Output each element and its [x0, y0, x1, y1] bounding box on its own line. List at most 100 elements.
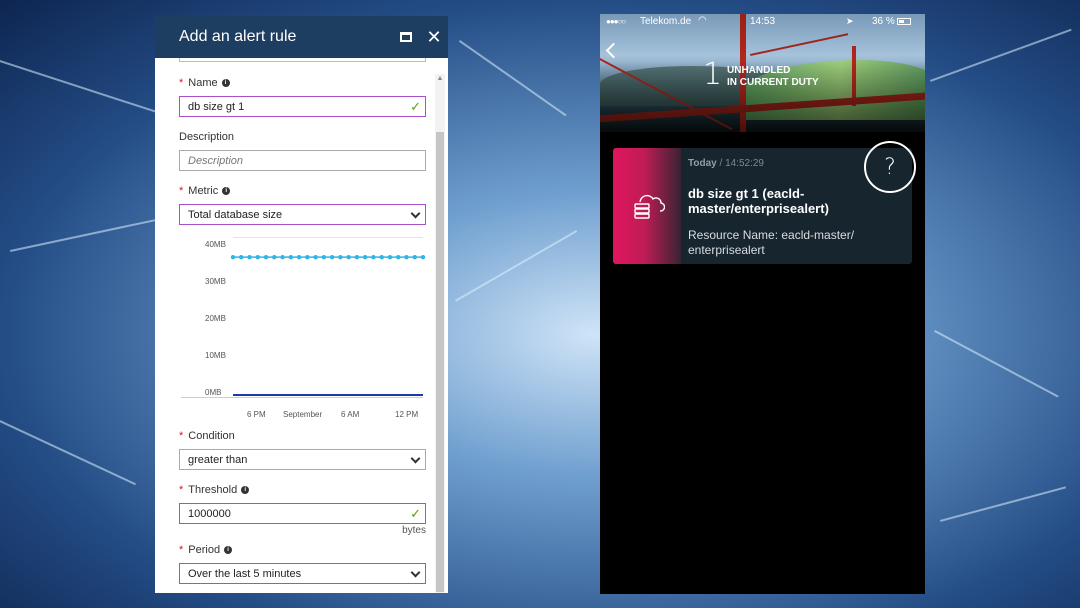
- alert-time: 14:52:29: [725, 158, 764, 169]
- alert-title: db size gt 1 (eacld-master/enterpriseale…: [688, 186, 829, 216]
- threshold-label-text: Threshold: [188, 484, 238, 496]
- data-point: [247, 254, 252, 260]
- name-input-value: db size gt 1: [188, 100, 245, 113]
- required-mark: *: [179, 185, 184, 197]
- alert-timestamp: Today / 14:52:29: [688, 158, 764, 169]
- chart-plot: [230, 254, 426, 396]
- alert-rule-blade: Add an alert rule ✕ ▲ * Name i db size g…: [155, 16, 448, 593]
- data-point: [255, 254, 260, 260]
- blade-title: Add an alert rule: [179, 28, 297, 45]
- data-point: [272, 254, 277, 260]
- bg-streak: [455, 230, 578, 302]
- data-point: [280, 254, 285, 260]
- blade-scrollbar[interactable]: ▲: [435, 74, 445, 593]
- name-field: * Name i db size gt 1 ✓: [179, 76, 426, 117]
- data-point: [338, 254, 343, 260]
- bg-streak: [458, 40, 567, 117]
- cloud-database-icon: [634, 194, 665, 219]
- help-button[interactable]: ?: [864, 141, 916, 193]
- bg-streak: [940, 486, 1067, 522]
- name-label-text: Name: [188, 77, 218, 89]
- battery-percent: 36 %: [872, 16, 895, 27]
- battery-icon: [896, 17, 911, 25]
- unhandled-count: 1: [703, 57, 723, 92]
- condition-label-text: Condition: [188, 430, 235, 442]
- data-point: [371, 254, 376, 260]
- bg-streak: [10, 218, 158, 252]
- status-bar: ●●●○○ Telekom.de ◠ 14:53 ➤ 36 %: [600, 15, 925, 30]
- metric-chart: 40MB 30MB 20MB 10MB 0MB 6 PM September 6…: [181, 237, 428, 427]
- period-field: * Period i Over the last 5 minutes: [179, 543, 426, 584]
- phone-screen: ●●●○○ Telekom.de ◠ 14:53 ➤ 36 % 1 UNHAND…: [600, 14, 925, 594]
- unhandled-label: UNHANDLED IN CURRENT DUTY: [727, 65, 819, 89]
- maximize-icon: [400, 32, 412, 42]
- data-point: [288, 254, 294, 260]
- description-field: Description Description: [179, 130, 426, 171]
- threshold-input-value: 1000000: [188, 507, 231, 520]
- chevron-down-icon: [410, 453, 421, 464]
- bg-streak: [930, 28, 1072, 82]
- scroll-thumb[interactable]: [436, 132, 444, 592]
- info-icon[interactable]: i: [224, 546, 233, 554]
- threshold-unit: bytes: [402, 525, 426, 536]
- check-icon: ✓: [410, 99, 421, 114]
- location-icon: ➤: [846, 16, 854, 26]
- required-mark: *: [179, 77, 184, 89]
- bg-streak: [934, 330, 1059, 398]
- period-label-text: Period: [188, 544, 221, 556]
- description-input[interactable]: Description: [179, 150, 426, 171]
- unhandled-label-line2: IN CURRENT DUTY: [727, 77, 819, 88]
- bg-streak: [0, 420, 136, 486]
- metric-field: * Metric i Total database size: [179, 184, 426, 225]
- scroll-up-icon[interactable]: ▲: [435, 74, 445, 84]
- alert-time-separator: /: [716, 158, 726, 169]
- alert-card-accent: [613, 148, 681, 264]
- info-icon[interactable]: i: [241, 486, 250, 494]
- period-select[interactable]: Over the last 5 minutes: [179, 563, 426, 584]
- name-input[interactable]: db size gt 1 ✓: [179, 96, 426, 117]
- x-tick-label: 6 AM: [341, 410, 360, 419]
- condition-select-value: greater than: [188, 453, 248, 466]
- data-point: [412, 254, 417, 260]
- metric-label: * Metric i: [179, 184, 426, 198]
- description-label: Description: [179, 131, 235, 143]
- alert-description: Resource Name: eacld-master/ enterprisea…: [688, 228, 855, 257]
- condition-label: * Condition: [179, 429, 426, 443]
- metric-label-text: Metric: [188, 185, 219, 197]
- condition-field: * Condition greater than: [179, 429, 426, 470]
- chevron-down-icon: [410, 567, 421, 578]
- data-point: [313, 254, 318, 260]
- data-point: [404, 254, 409, 260]
- data-point: [329, 254, 335, 260]
- maximize-button[interactable]: [392, 16, 420, 58]
- alert-day: Today: [688, 158, 717, 169]
- data-point: [396, 254, 401, 260]
- battery-status: 36 %: [872, 16, 911, 27]
- period-label: * Period i: [179, 543, 426, 557]
- x-tick-label: 6 PM: [247, 410, 266, 419]
- close-button[interactable]: ✕: [420, 16, 448, 58]
- data-point: [239, 254, 244, 260]
- x-tick-label: September: [283, 410, 323, 419]
- threshold-input[interactable]: 1000000 ✓: [179, 503, 426, 524]
- previous-field-edge: [179, 58, 426, 62]
- unhandled-label-line1: UNHANDLED: [727, 65, 791, 76]
- data-point: [387, 254, 393, 260]
- data-point: [263, 254, 269, 260]
- metric-select-value: Total database size: [188, 208, 283, 221]
- x-tick-label: 12 PM: [395, 410, 419, 419]
- metric-select[interactable]: Total database size: [179, 204, 426, 225]
- required-mark: *: [179, 544, 184, 556]
- threshold-label: * Threshold i: [179, 483, 426, 497]
- info-icon[interactable]: i: [221, 79, 230, 87]
- check-icon: ✓: [410, 506, 421, 521]
- threshold-field: * Threshold i 1000000 ✓: [179, 483, 426, 524]
- blade-header: Add an alert rule ✕: [155, 16, 448, 58]
- data-point: [354, 254, 360, 260]
- info-icon[interactable]: i: [222, 187, 231, 195]
- chevron-down-icon: [410, 208, 421, 219]
- data-point: [296, 254, 302, 260]
- name-label: * Name i: [179, 76, 426, 90]
- data-point: [362, 254, 368, 260]
- condition-select[interactable]: greater than: [179, 449, 426, 470]
